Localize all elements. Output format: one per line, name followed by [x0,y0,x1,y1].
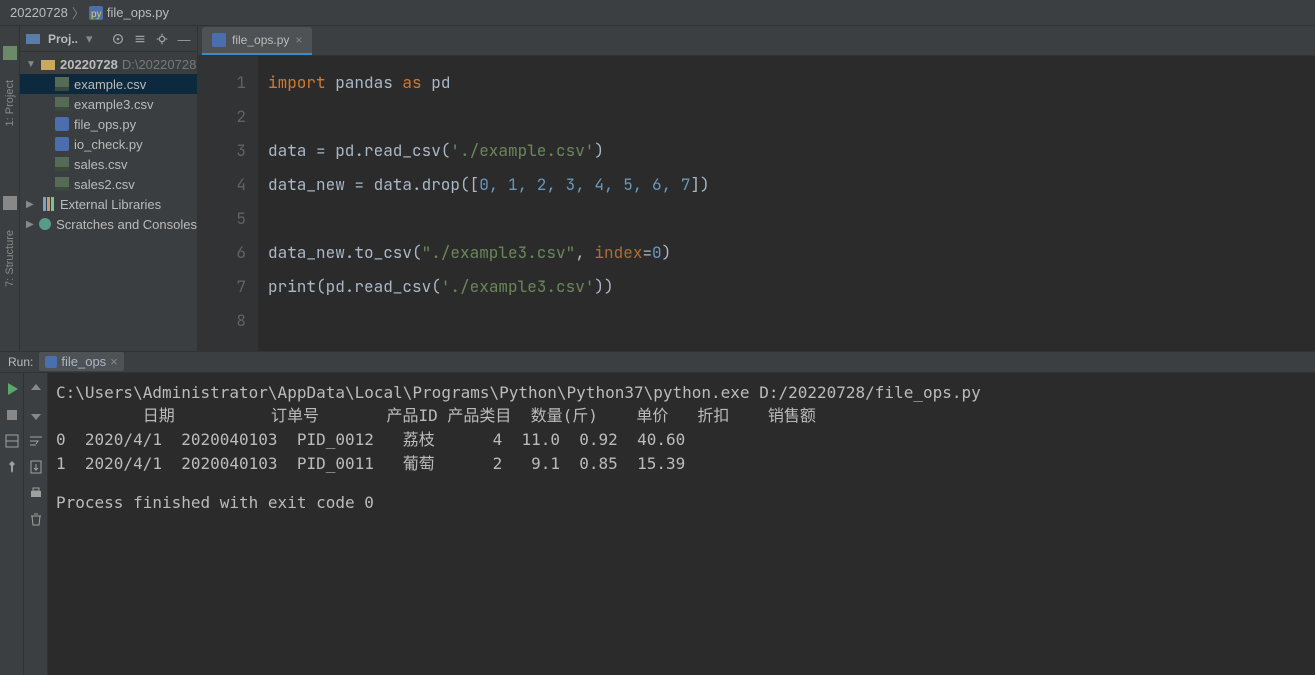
external-libraries-row[interactable]: ▶ External Libraries [20,194,197,214]
project-root-row[interactable]: ▼ 20220728 D:\20220728 [20,54,197,74]
run-action-rail-left [0,373,24,675]
dropdown-icon[interactable]: ▾ [86,31,93,47]
project-file-row[interactable]: example.csv [20,74,197,94]
python-icon: py [89,6,103,20]
project-view-icon[interactable] [26,32,40,46]
file-name: sales2.csv [74,177,135,192]
console-row: 0 2020/4/1 2020040103 PID_0012 荔枝 4 11.0… [56,430,685,449]
file-icon [54,156,70,172]
chevron-right-icon[interactable]: ▶ [26,219,34,230]
scratches-icon [38,216,52,232]
python-icon [54,136,70,152]
project-file-row[interactable]: io_check.py [20,134,197,154]
project-toolbar: Proj.. ▾ — [20,26,197,52]
close-icon[interactable]: × [110,354,118,369]
pin-icon[interactable] [4,459,20,475]
chevron-right-icon[interactable]: ▶ [26,199,36,210]
file-icon [54,96,70,112]
project-file-row[interactable]: sales.csv [20,154,197,174]
locate-icon[interactable] [111,32,125,46]
file-name: io_check.py [74,137,143,152]
breadcrumb-sep: 〉 [72,3,85,22]
line-number-gutter: 12345678 [198,56,258,351]
structure-rail-icon[interactable] [3,196,17,210]
scratches-row[interactable]: ▶ Scratches and Consoles [20,214,197,234]
play-icon[interactable] [4,381,20,397]
libraries-icon [40,196,56,212]
chevron-down-icon[interactable]: ▼ [26,59,36,70]
run-config-tab[interactable]: file_ops × [39,352,123,371]
run-tab-name: file_ops [61,354,106,369]
scroll-icon[interactable] [28,459,44,475]
collapse-icon[interactable] [133,32,147,46]
run-label: Run: [8,355,33,369]
external-libraries-label: External Libraries [60,197,161,212]
project-tree[interactable]: ▼ 20220728 D:\20220728 example.csv exampl… [20,52,197,351]
project-rail-label[interactable]: 1: Project [4,80,16,126]
breadcrumb-file[interactable]: file_ops.py [107,5,169,20]
project-root-name: 20220728 [60,57,118,72]
editor-tab-bar: file_ops.py × [198,26,1315,56]
editor-tab[interactable]: file_ops.py × [202,27,312,55]
editor-area: file_ops.py × 12345678 import pandas as … [198,26,1315,351]
up-icon[interactable] [28,381,44,397]
breadcrumb: 20220728 〉 py file_ops.py [0,0,1315,26]
file-name: example3.csv [74,97,153,112]
wrap-icon[interactable] [28,433,44,449]
down-icon[interactable] [28,407,44,423]
file-name: example.csv [74,77,146,92]
project-file-row[interactable]: file_ops.py [20,114,197,134]
layout-icon[interactable] [4,433,20,449]
console-footer: Process finished with exit code 0 [56,493,374,512]
svg-text:py: py [91,9,102,20]
structure-rail-label[interactable]: 7: Structure [4,230,16,287]
code-content[interactable]: import pandas as pd data = pd.read_csv('… [258,56,1315,351]
project-rail-icon[interactable] [3,46,17,60]
left-tool-rail: 1: Project 7: Structure [0,26,20,351]
python-icon [212,33,226,47]
project-panel: Proj.. ▾ — ▼ 20220728 D:\20220728 exampl… [20,26,198,351]
hide-icon[interactable]: — [177,32,191,46]
run-action-rail-right [24,373,48,675]
python-icon [45,356,57,368]
project-root-path: D:\20220728 [122,57,196,72]
run-header: Run: file_ops × [0,351,1315,373]
stop-icon[interactable] [4,407,20,423]
file-name: file_ops.py [74,117,136,132]
print-icon[interactable] [28,485,44,501]
file-icon [54,76,70,92]
console-row: 1 2020/4/1 2020040103 PID_0011 葡萄 2 9.1 … [56,454,685,473]
project-file-row[interactable]: example3.csv [20,94,197,114]
project-file-row[interactable]: sales2.csv [20,174,197,194]
file-name: sales.csv [74,157,127,172]
run-tool-window: Run: file_ops × C:\Users\Administrator\A… [0,351,1315,675]
console-cmd: C:\Users\Administrator\AppData\Local\Pro… [56,383,981,402]
scratches-label: Scratches and Consoles [56,217,197,232]
close-icon[interactable]: × [295,33,302,47]
console-header: 日期 订单号 产品ID 产品类目 数量(斤) 单价 折扣 销售额 [56,406,816,425]
code-editor[interactable]: 12345678 import pandas as pd data = pd.r… [198,56,1315,351]
folder-icon [40,56,56,72]
gear-icon[interactable] [155,32,169,46]
project-toolbar-title[interactable]: Proj.. [48,32,78,46]
editor-tab-title: file_ops.py [232,33,289,47]
trash-icon[interactable] [28,511,44,527]
breadcrumb-root[interactable]: 20220728 [10,5,68,20]
console-output[interactable]: C:\Users\Administrator\AppData\Local\Pro… [48,373,1315,675]
file-icon [54,176,70,192]
python-icon [54,116,70,132]
